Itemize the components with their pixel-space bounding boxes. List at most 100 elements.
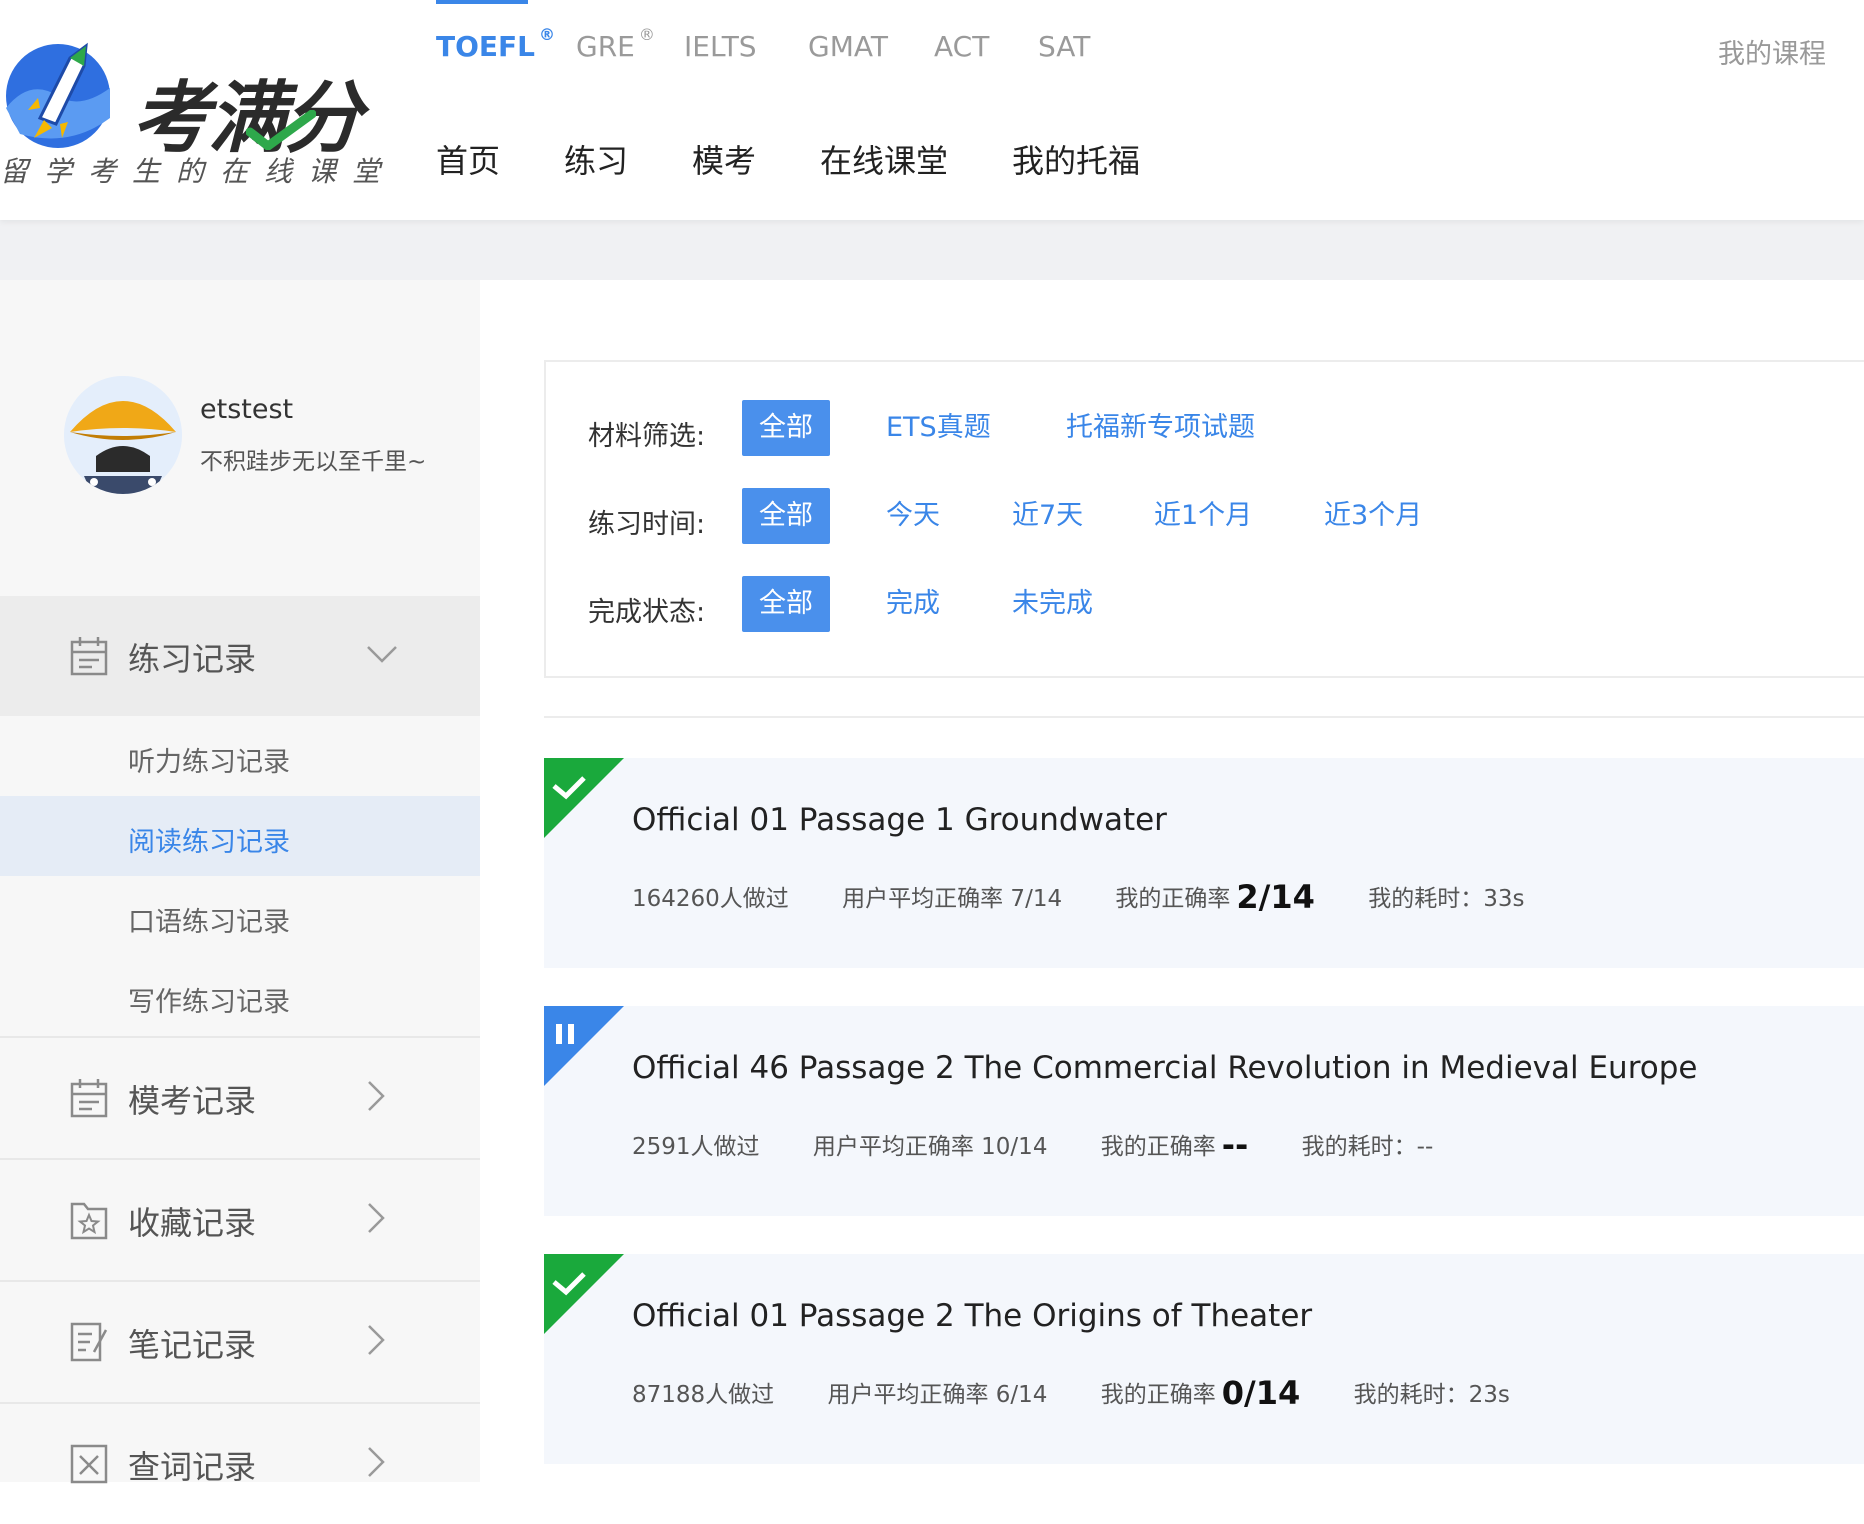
chevron-down-icon	[367, 646, 397, 663]
my-accuracy-value: 2/14	[1236, 878, 1315, 916]
filter-option[interactable]: 完成	[886, 576, 940, 632]
filter-label: 完成状态:	[588, 597, 706, 628]
menu-lookup-records[interactable]: 查词记录	[0, 1402, 480, 1524]
sub-item-label: 写作练习记录	[128, 987, 290, 1018]
filter-option[interactable]: 今天	[886, 488, 940, 544]
logo-slogan: 留学考生的在线课堂	[0, 155, 397, 188]
tab-sat[interactable]: SAT	[1038, 30, 1090, 63]
tab-ielts[interactable]: IELTS	[684, 30, 757, 63]
tab-act[interactable]: ACT	[934, 30, 989, 63]
tab-label: IELTS	[684, 30, 757, 63]
my-accuracy: 我的正确率 --	[1101, 1126, 1249, 1164]
record-card[interactable]: Official 01 Passage 2 The Origins of The…	[544, 1254, 1864, 1464]
record-title[interactable]: Official 01 Passage 2 The Origins of The…	[632, 1298, 1312, 1334]
time-spent: 我的耗时：--	[1301, 1134, 1434, 1160]
nav-home[interactable]: 首页	[436, 136, 500, 182]
nav-practice[interactable]: 练习	[564, 136, 628, 182]
my-accuracy-label: 我的正确率	[1100, 1134, 1216, 1160]
done-count: 2591人做过	[632, 1134, 760, 1160]
chevron-right-icon	[368, 1325, 385, 1355]
filter-option[interactable]: 未完成	[1012, 576, 1093, 632]
active-tab-indicator	[436, 0, 528, 4]
menu-label: 模考记录	[128, 1082, 257, 1120]
filter-option[interactable]: 近7天	[1012, 488, 1083, 544]
username: etstest	[200, 394, 294, 425]
paused-icon	[544, 1006, 624, 1086]
menu-note-records[interactable]: 笔记记录	[0, 1280, 480, 1402]
filter-option-selected[interactable]: 全部	[742, 576, 830, 632]
nav-my-toefl[interactable]: 我的托福	[1012, 136, 1140, 182]
my-accuracy-value: --	[1221, 1126, 1249, 1164]
filter-option[interactable]: ETS真题	[886, 400, 991, 456]
my-accuracy: 我的正确率 2/14	[1115, 878, 1314, 916]
registered-mark: ®	[539, 24, 555, 44]
record-card[interactable]: Official 01 Passage 1 Groundwater 164260…	[544, 758, 1864, 968]
registered-mark: ®	[638, 24, 655, 44]
user-motto: 不积跬步无以至千里~	[200, 449, 427, 475]
filter-option[interactable]: 托福新专项试题	[1066, 400, 1255, 456]
filter-panel: 材料筛选: 全部 ETS真题 托福新专项试题 练习时间: 全部 今天 近7天 近…	[544, 360, 1864, 678]
menu-label: 笔记记录	[128, 1326, 257, 1364]
record-card[interactable]: Official 46 Passage 2 The Commercial Rev…	[544, 1006, 1864, 1216]
tab-gre[interactable]: GRE ®	[576, 25, 655, 63]
tab-label: ACT	[934, 30, 990, 63]
my-accuracy-label: 我的正确率	[1100, 1382, 1216, 1408]
my-accuracy: 我的正确率 0/14	[1101, 1374, 1300, 1412]
tab-label: TOEFL	[436, 30, 535, 63]
record-stats: 164260人做过 用户平均正确率 7/14 我的正确率 2/14 我的耗时：33…	[632, 878, 1570, 916]
sub-item-speaking[interactable]: 口语练习记录	[0, 876, 480, 956]
menu-label: 练习记录	[128, 640, 257, 678]
filter-option[interactable]: 近3个月	[1324, 488, 1422, 544]
tab-gmat[interactable]: GMAT	[808, 30, 888, 63]
completed-check-icon	[544, 758, 624, 838]
avg-accuracy: 用户平均正确率 7/14	[842, 886, 1063, 912]
calendar-icon	[70, 637, 108, 676]
star-folder-icon	[70, 1202, 108, 1240]
filter-row-status: 完成状态: 全部 完成 未完成	[546, 576, 1864, 632]
sub-item-label: 听力练习记录	[128, 747, 290, 778]
note-icon	[70, 1322, 108, 1362]
filter-option-selected[interactable]: 全部	[742, 488, 830, 544]
sub-item-writing[interactable]: 写作练习记录	[0, 956, 480, 1036]
tab-label: SAT	[1038, 30, 1091, 63]
dictionary-icon	[70, 1444, 108, 1484]
my-course-link[interactable]: 我的课程	[1718, 32, 1826, 71]
rocket-logo-icon	[6, 42, 110, 148]
sub-item-reading[interactable]: 阅读练习记录	[0, 796, 480, 876]
avg-accuracy: 用户平均正确率 6/14	[827, 1382, 1048, 1408]
record-title[interactable]: Official 46 Passage 2 The Commercial Rev…	[632, 1050, 1698, 1086]
sidebar: etstest 不积跬步无以至千里~ 练习记录 听力练习记录 阅读练习记录 口语…	[0, 280, 480, 1486]
time-spent: 我的耗时：23s	[1353, 1382, 1510, 1408]
menu-favorite-records[interactable]: 收藏记录	[0, 1158, 480, 1280]
tab-label: GMAT	[808, 30, 888, 63]
sub-item-listening[interactable]: 听力练习记录	[0, 716, 480, 796]
filter-label: 材料筛选:	[588, 421, 706, 452]
avatar[interactable]	[64, 376, 182, 494]
done-count: 164260人做过	[632, 886, 789, 912]
avg-accuracy: 用户平均正确率 10/14	[812, 1134, 1048, 1160]
menu-mock-records[interactable]: 模考记录	[0, 1036, 480, 1158]
chevron-right-icon	[368, 1203, 385, 1233]
site-logo[interactable]: 考满分 留学考生的在线课堂	[0, 32, 380, 192]
tab-toefl[interactable]: TOEFL ®	[436, 0, 555, 63]
filter-option-selected[interactable]: 全部	[742, 400, 830, 456]
menu-practice-records[interactable]: 练习记录	[0, 596, 480, 716]
time-spent: 我的耗时：33s	[1368, 886, 1525, 912]
my-accuracy-value: 0/14	[1221, 1374, 1301, 1412]
nav-mock-exam[interactable]: 模考	[692, 136, 756, 182]
filter-label: 练习时间:	[588, 509, 706, 540]
avatar-image	[64, 376, 182, 494]
filter-option[interactable]: 近1个月	[1154, 488, 1252, 544]
sub-item-label: 阅读练习记录	[128, 827, 290, 858]
record-stats: 87188人做过 用户平均正确率 6/14 我的正确率 0/14 我的耗时：23s	[632, 1374, 1556, 1412]
record-title[interactable]: Official 01 Passage 1 Groundwater	[632, 802, 1167, 838]
calendar-icon	[70, 1079, 108, 1118]
menu-label: 收藏记录	[128, 1204, 257, 1242]
filter-row-material: 材料筛选: 全部 ETS真题 托福新专项试题	[546, 400, 1864, 456]
sub-item-label: 口语练习记录	[128, 907, 290, 938]
tab-label: GRE	[576, 30, 635, 63]
header-spacer	[0, 220, 1864, 280]
logo-check-icon	[246, 110, 316, 150]
divider	[544, 716, 1864, 718]
nav-online-class[interactable]: 在线课堂	[820, 136, 948, 182]
